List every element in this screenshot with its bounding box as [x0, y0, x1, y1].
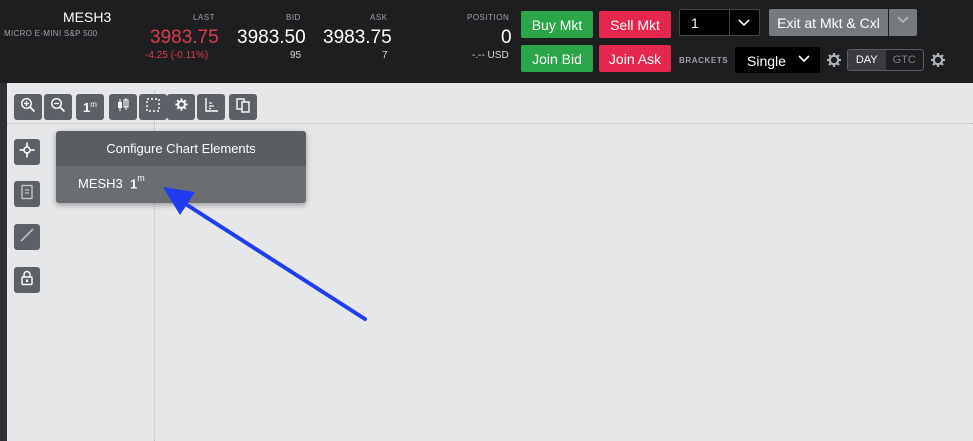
tif-day-option[interactable]: DAY: [848, 50, 886, 70]
last-change: -4.25 (-0.11%): [145, 50, 209, 61]
chevron-down-icon: [737, 16, 751, 35]
bracket-settings-icon[interactable]: [826, 52, 842, 73]
time-in-force-toggle: DAY GTC: [847, 49, 924, 71]
zoom-out-button[interactable]: [44, 94, 72, 120]
line-draw-button[interactable]: [14, 224, 40, 250]
zoom-out-icon: [50, 97, 66, 118]
zoom-in-icon: [20, 97, 36, 118]
exit-button-group: Exit at Mkt & Cxl: [769, 9, 917, 36]
quantity-value: 1: [691, 15, 699, 31]
ask-price: 3983.75: [323, 27, 392, 48]
line-draw-icon: [19, 227, 35, 248]
tif-settings-icon[interactable]: [930, 52, 946, 73]
copy-button[interactable]: [229, 94, 257, 120]
symbol-description: MICRO E-MINI S&P 500: [4, 29, 98, 38]
chart-gridline-horizontal: [7, 123, 973, 124]
sell-market-button[interactable]: Sell Mkt: [599, 11, 671, 38]
crosshair-icon: [19, 142, 35, 163]
position-pnl: -.-- USD: [472, 50, 509, 61]
note-button[interactable]: [14, 181, 40, 207]
quantity-divider: [729, 10, 730, 35]
note-icon: [20, 184, 34, 205]
copy-icon: [235, 97, 251, 118]
last-price: 3983.75: [150, 27, 219, 48]
settings-icon: [174, 97, 189, 117]
selection-button[interactable]: [139, 94, 167, 120]
exit-market-cancel-button[interactable]: Exit at Mkt & Cxl: [769, 9, 888, 36]
tif-gtc-option[interactable]: GTC: [886, 50, 924, 70]
zoom-in-button[interactable]: [14, 94, 42, 120]
exit-dropdown-button[interactable]: [889, 9, 917, 36]
bid-price: 3983.50: [237, 27, 306, 48]
ask-label: ASK: [370, 13, 388, 22]
lock-icon: [20, 270, 34, 291]
timeframe-value: 1: [83, 99, 91, 115]
timeframe-button[interactable]: 1m: [76, 94, 104, 120]
trading-header: MESH3 MICRO E-MINI S&P 500 LAST 3983.75 …: [0, 0, 973, 83]
last-label: LAST: [193, 13, 216, 22]
menu-item-symbol: MESH3: [78, 176, 123, 191]
timeframe-unit: m: [90, 99, 97, 109]
bid-size: 95: [290, 50, 302, 61]
axis-icon: [203, 97, 219, 118]
menu-item-timeframe: 1m: [130, 173, 145, 191]
chevron-down-icon: [797, 52, 811, 71]
join-bid-button[interactable]: Join Bid: [521, 45, 593, 72]
brackets-label: BRACKETS: [679, 56, 729, 65]
candlestick-icon: [115, 97, 131, 118]
join-ask-button[interactable]: Join Ask: [599, 45, 671, 72]
menu-title: Configure Chart Elements: [106, 141, 256, 156]
symbol-name: MESH3: [63, 9, 112, 25]
position-label: POSITION: [467, 13, 510, 22]
menu-item-mesh3-1m[interactable]: MESH3 1m: [56, 166, 306, 203]
lock-button[interactable]: [14, 267, 40, 293]
configure-chart-elements-menu: Configure Chart Elements MESH3 1m: [56, 131, 306, 203]
axis-button[interactable]: [197, 94, 225, 120]
chart-settings-button[interactable]: [167, 94, 195, 120]
chart-type-button[interactable]: [109, 94, 137, 120]
brackets-dropdown[interactable]: Single: [735, 47, 820, 73]
chevron-down-icon: [896, 13, 910, 32]
bid-label: BID: [286, 13, 301, 22]
ask-size: 7: [382, 50, 388, 61]
quantity-dropdown[interactable]: 1: [679, 9, 760, 36]
position-value: 0: [501, 27, 512, 48]
crosshair-button[interactable]: [14, 139, 40, 165]
selection-icon: [145, 97, 161, 118]
buy-market-button[interactable]: Buy Mkt: [521, 11, 593, 38]
menu-item-timeframe-unit: m: [137, 173, 145, 183]
brackets-value: Single: [747, 53, 786, 69]
